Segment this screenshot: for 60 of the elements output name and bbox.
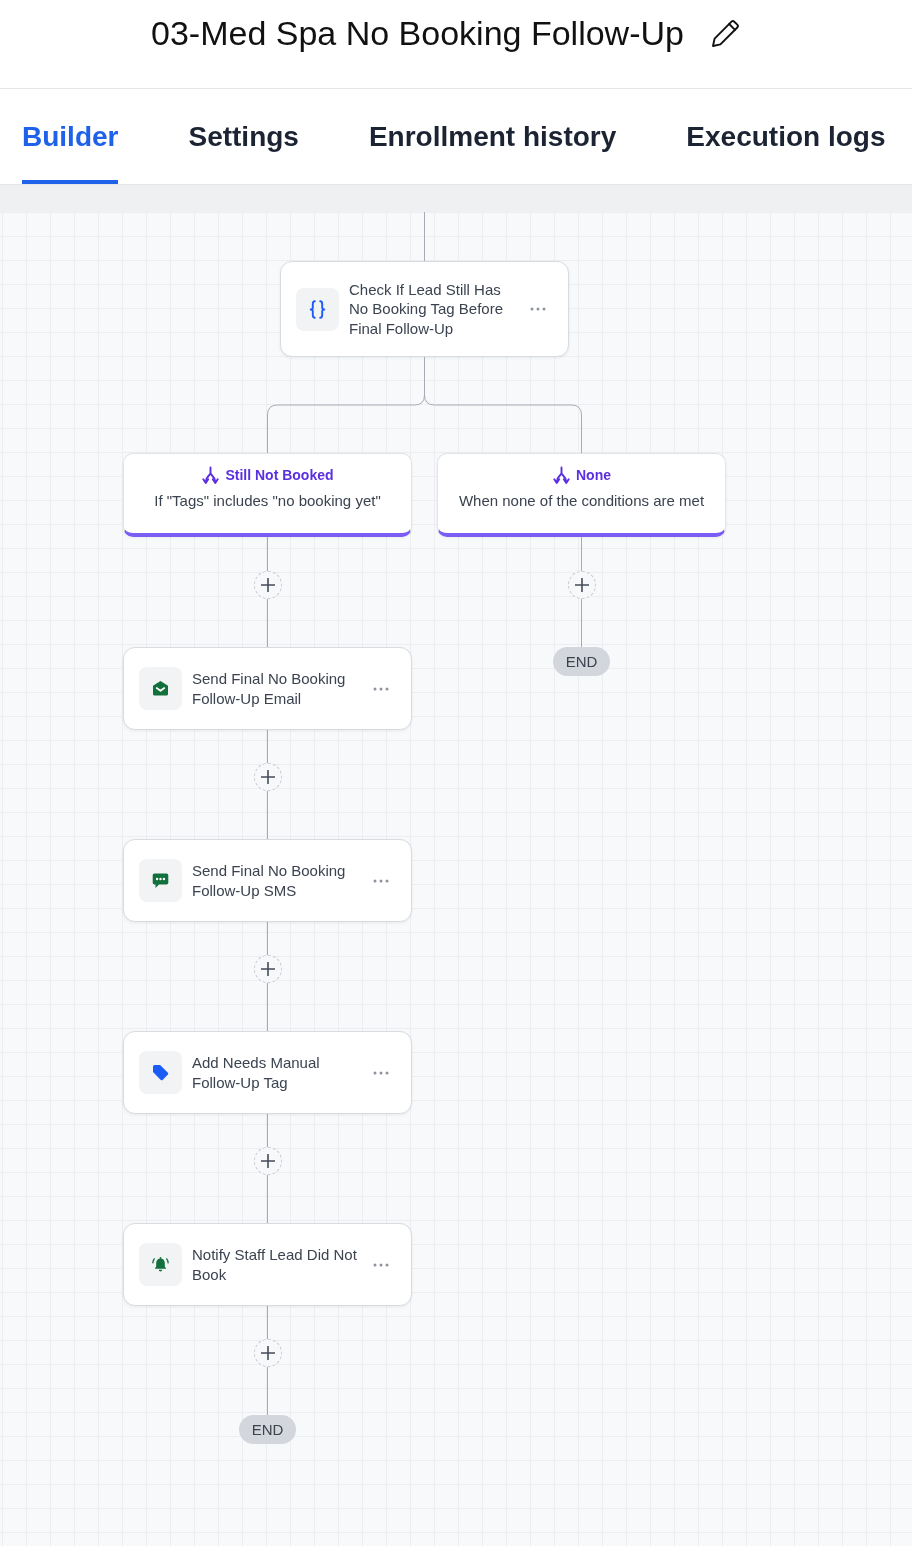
more-icon[interactable] [373, 686, 389, 691]
split-icon [552, 465, 571, 485]
action-title: Notify Staff Lead Did Not Book [192, 1245, 358, 1284]
more-icon[interactable] [530, 307, 546, 311]
tab[interactable]: Execution logs [686, 89, 886, 184]
branch-condition: If "Tags" includes "no booking yet" [153, 491, 382, 510]
plus-icon [260, 578, 275, 592]
add-step-button[interactable] [567, 571, 596, 599]
connector-line [267, 730, 268, 763]
connector-line [267, 1306, 268, 1339]
connector-line [267, 1367, 268, 1415]
connector-line [267, 791, 268, 839]
pencil-icon[interactable] [710, 18, 741, 48]
action-title: Send Final No Booking Follow-Up SMS [192, 861, 347, 900]
end-node: END [553, 647, 610, 676]
branch-card[interactable]: Still Not Booked If "Tags" includes "no booking yet" [123, 453, 412, 537]
action-card[interactable]: Add Needs Manual Follow-Up Tag [123, 1031, 412, 1114]
add-step-button[interactable] [253, 1339, 282, 1367]
more-icon[interactable] [373, 1070, 389, 1075]
add-step-button[interactable] [253, 763, 282, 791]
connector-line [267, 922, 268, 955]
more-icon[interactable] [373, 1262, 389, 1267]
branch-title: Still Not Booked [225, 466, 334, 485]
condition-title: Check If Lead Still Has No Booking Tag Before Final Follow-Up [349, 279, 504, 339]
chat-bubble-icon [139, 859, 182, 902]
action-title: Send Final No Booking Follow-Up Email [192, 669, 347, 708]
action-title: Add Needs Manual Follow-Up Tag [192, 1053, 321, 1092]
plus-icon [260, 962, 275, 976]
tab[interactable]: Settings [188, 89, 299, 184]
braces-icon [296, 287, 339, 331]
connector-line [424, 212, 425, 261]
add-step-button[interactable] [253, 955, 282, 983]
end-node: END [239, 1415, 296, 1444]
connector-line [267, 1175, 268, 1223]
add-step-button[interactable] [253, 571, 282, 599]
plus-icon [260, 1154, 275, 1168]
action-card[interactable]: Notify Staff Lead Did Not Book [123, 1223, 412, 1306]
condition-card[interactable]: Check If Lead Still Has No Booking Tag Before Final Follow-Up [280, 261, 569, 357]
split-icon [201, 465, 221, 485]
action-card[interactable]: Send Final No Booking Follow-Up Email [123, 647, 412, 730]
plus-icon [574, 578, 589, 592]
connector-line [267, 1114, 268, 1147]
connector-line [581, 537, 582, 571]
tag-icon [139, 1051, 182, 1094]
connector-line [267, 599, 268, 647]
tab[interactable]: Enrollment history [368, 89, 617, 184]
branch-condition: When none of the conditions are met [457, 491, 706, 510]
add-step-button[interactable] [253, 1147, 282, 1175]
branch-card[interactable]: None When none of the conditions are met [437, 453, 726, 537]
envelope-icon [139, 667, 182, 710]
connector-line [267, 983, 268, 1031]
bell-icon [139, 1243, 182, 1286]
more-icon[interactable] [373, 878, 389, 883]
workflow-title: 03-Med Spa No Booking Follow-Up [151, 13, 684, 54]
plus-icon [260, 1346, 275, 1360]
branch-title: None [576, 466, 611, 485]
connector-line [267, 537, 268, 571]
connector-line [581, 599, 582, 647]
action-card[interactable]: Send Final No Booking Follow-Up SMS [123, 839, 412, 922]
plus-icon [260, 770, 275, 784]
